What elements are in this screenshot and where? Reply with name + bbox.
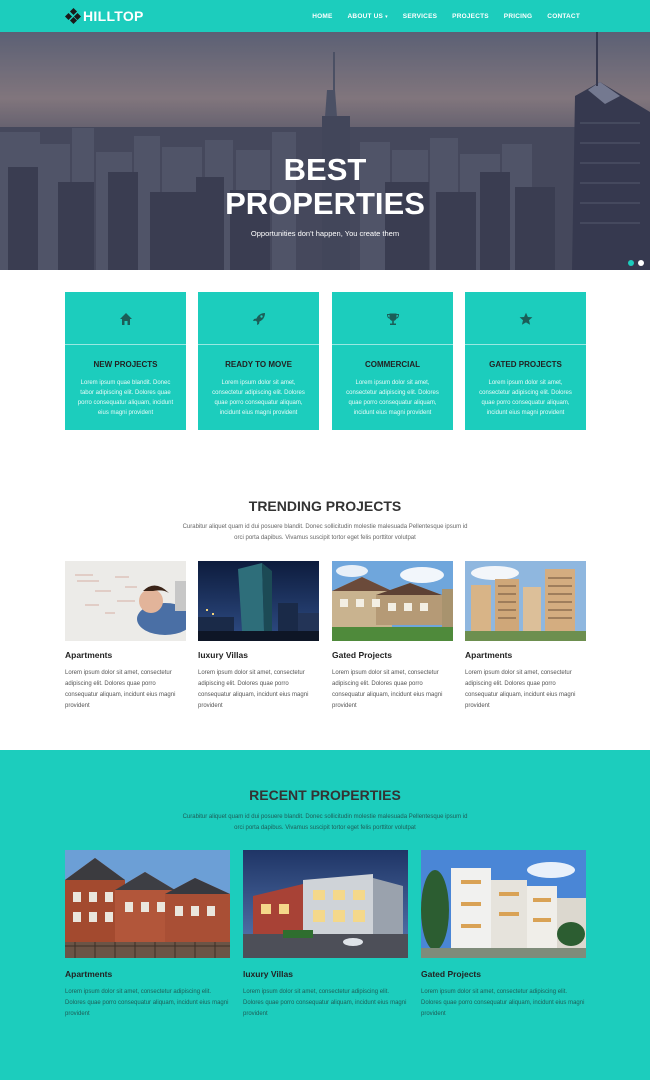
slider-dot-1[interactable] — [628, 260, 634, 266]
feature-divider — [65, 344, 186, 345]
project-text: Lorem ipsum dolor sit amet, consectetur … — [198, 670, 309, 709]
project-text: Lorem ipsum dolor sit amet, consectetur … — [332, 670, 443, 709]
recent-card-3[interactable]: Gated Projects Lorem ipsum dolor sit ame… — [421, 850, 586, 1020]
feature-box-ready-to-move[interactable]: READY TO MOVE Lorem ipsum dolor sit amet… — [198, 292, 319, 430]
project-text: Lorem ipsum dolor sit amet, consectetur … — [65, 670, 176, 709]
recent-card-1[interactable]: Apartments Lorem ipsum dolor sit amet, c… — [65, 850, 230, 1020]
nav-item-projects[interactable]: PROJECTS — [452, 13, 489, 20]
rocket-icon — [198, 312, 319, 328]
trophy-icon — [332, 312, 453, 328]
nav-item-contact[interactable]: CONTACT — [547, 13, 580, 20]
property-title: luxury Villas — [243, 969, 293, 979]
feature-title: READY TO MOVE — [225, 360, 292, 369]
feature-box-commercial[interactable]: COMMERCIAL Lorem ipsum dolor sit amet, c… — [332, 292, 453, 430]
property-text: Lorem ipsum dolor sit amet, consectetur … — [65, 989, 229, 1017]
feature-text: Lorem ipsum quae blandit. Donec tabor ad… — [77, 380, 174, 416]
navbar: HILLTOP HOME ABOUT US ▾ SERVICES PROJECTS… — [0, 0, 650, 32]
trending-card-1[interactable]: Apartments Lorem ipsum dolor sit amet, c… — [65, 561, 186, 712]
project-title: Apartments — [65, 650, 113, 660]
feature-box-new-projects[interactable]: NEW PROJECTS Lorem ipsum quae blandit. D… — [65, 292, 186, 430]
star-icon — [465, 312, 586, 328]
chevron-down-icon: ▾ — [385, 13, 388, 20]
slider-dot-2[interactable] — [638, 260, 644, 266]
trending-card-3[interactable]: Gated Projects Lorem ipsum dolor sit ame… — [332, 561, 453, 712]
nav-item-about-us[interactable]: ABOUT US ▾ — [348, 13, 388, 20]
property-image — [421, 850, 586, 958]
home-icon — [65, 312, 186, 328]
property-image — [243, 850, 408, 958]
feature-divider — [332, 344, 453, 345]
logo-icon — [64, 7, 82, 25]
nav-item-home[interactable]: HOME — [312, 13, 332, 20]
feature-text: Lorem ipsum dolor sit amet, consectetur … — [346, 380, 439, 416]
property-text: Lorem ipsum dolor sit amet, consectetur … — [421, 989, 585, 1017]
property-image — [65, 850, 230, 958]
feature-text: Lorem ipsum dolor sit amet, consectetur … — [479, 380, 572, 416]
hero-title-line2: PROPERTIES — [225, 186, 425, 221]
logo-text: HILLTOP — [83, 8, 144, 24]
main-menu: HOME ABOUT US ▾ SERVICES PROJECTS PRICING… — [297, 0, 580, 32]
recent-card-2[interactable]: luxury Villas Lorem ipsum dolor sit amet… — [243, 850, 408, 1020]
slider-dots — [624, 260, 644, 266]
project-image — [332, 561, 453, 641]
hero-subtitle: Opportunities don't happen, You create t… — [250, 229, 400, 238]
property-text: Lorem ipsum dolor sit amet, consectetur … — [243, 989, 407, 1017]
feature-divider — [198, 344, 319, 345]
nav-item-services[interactable]: SERVICES — [403, 13, 437, 20]
hero-slider: BEST PROPERTIES Opportunities don't happ… — [0, 32, 650, 270]
feature-divider — [465, 344, 586, 345]
trending-description: Curabitur aliquet quam id dui posuere bl… — [182, 524, 468, 541]
recent-description: Curabitur aliquet quam id dui posuere bl… — [182, 814, 468, 831]
logo[interactable]: HILLTOP — [64, 7, 144, 25]
trending-card-2[interactable]: luxury Villas Lorem ipsum dolor sit amet… — [198, 561, 319, 712]
project-title: Apartments — [465, 650, 513, 660]
project-image — [65, 561, 186, 641]
trending-card-4[interactable]: Apartments Lorem ipsum dolor sit amet, c… — [465, 561, 586, 712]
feature-text: Lorem ipsum dolor sit amet, consectetur … — [212, 380, 305, 416]
project-image — [465, 561, 586, 641]
project-text: Lorem ipsum dolor sit amet, consectetur … — [465, 670, 576, 709]
feature-title: COMMERCIAL — [364, 360, 421, 369]
nav-item-label: ABOUT US — [347, 12, 384, 20]
feature-title: NEW PROJECTS — [93, 360, 158, 369]
feature-title: GATED PROJECTS — [489, 360, 562, 369]
project-title: Gated Projects — [332, 650, 392, 660]
nav-item-pricing[interactable]: PRICING — [504, 13, 533, 20]
hero-title-line1: BEST — [283, 152, 367, 187]
recent-title: RECENT PROPERTIES — [249, 787, 401, 803]
trending-title: TRENDING PROJECTS — [248, 498, 402, 514]
property-title: Apartments — [65, 969, 113, 979]
project-image — [198, 561, 319, 641]
project-title: luxury Villas — [198, 650, 248, 660]
feature-box-gated-projects[interactable]: GATED PROJECTS Lorem ipsum dolor sit ame… — [465, 292, 586, 430]
property-title: Gated Projects — [421, 969, 481, 979]
